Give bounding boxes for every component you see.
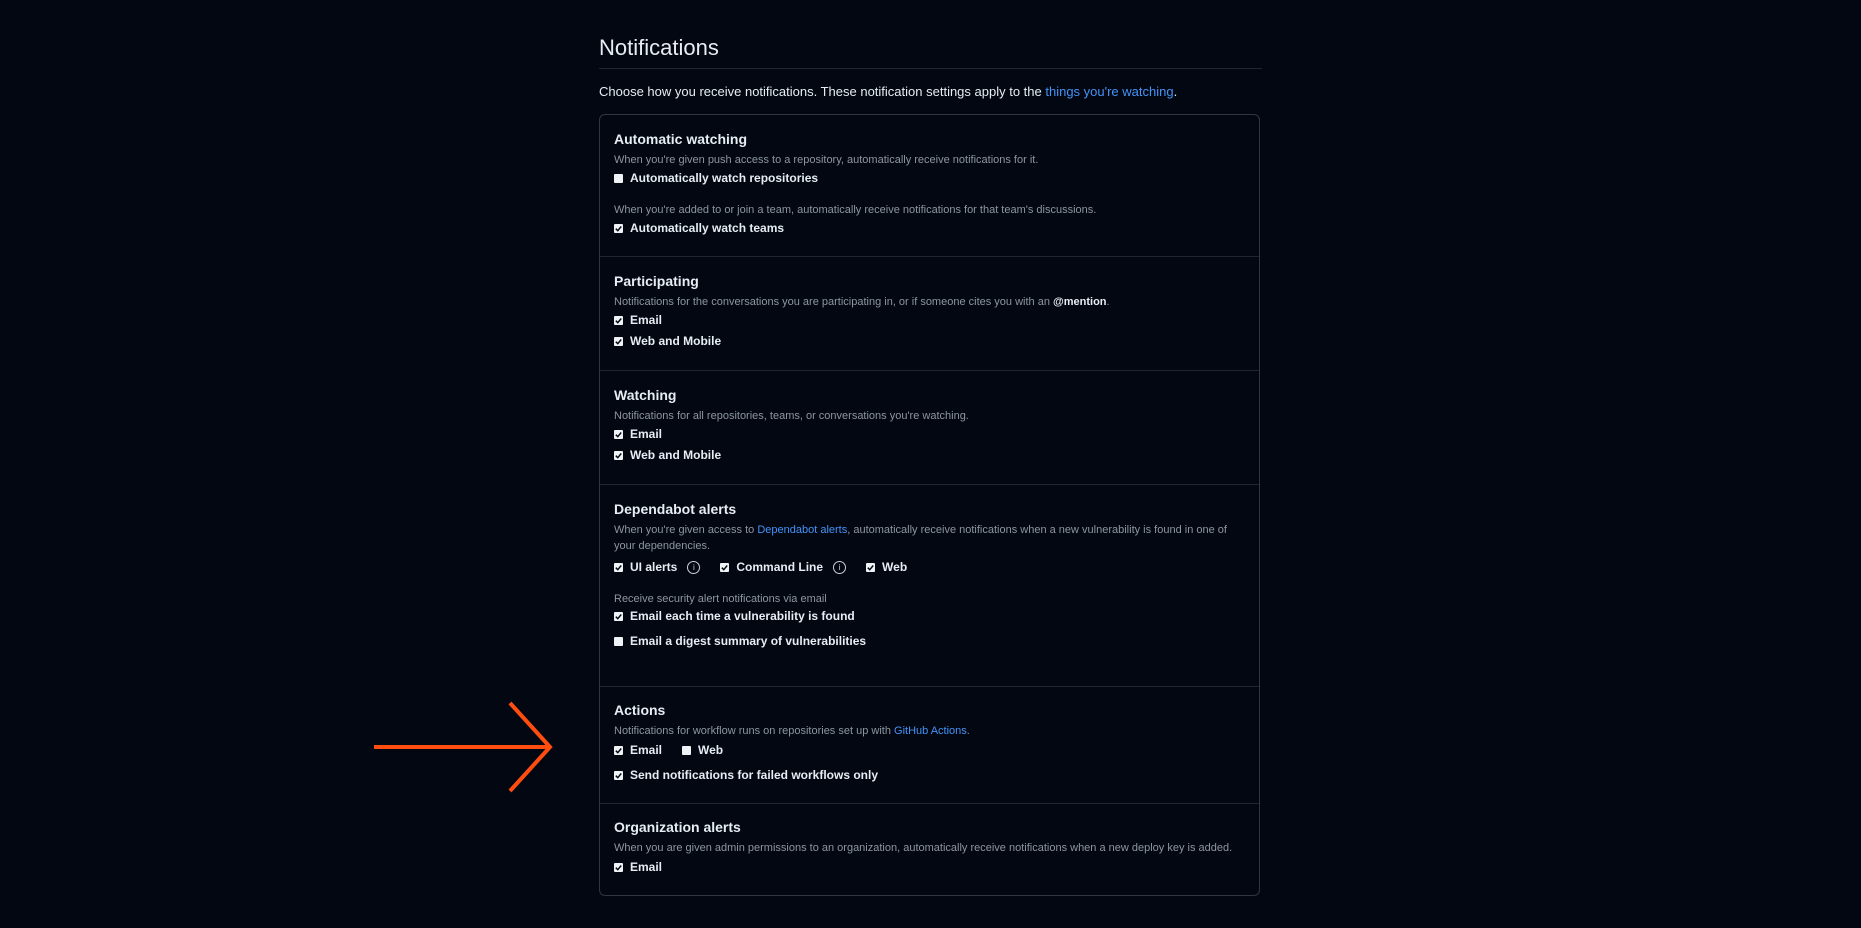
checkbox-label: Web and Mobile: [630, 448, 722, 462]
failed-workflows-only-checkbox[interactable]: Send notifications for failed workflows …: [614, 768, 878, 782]
org-alerts-email-checkbox[interactable]: Email: [614, 860, 662, 874]
email-digest-checkbox[interactable]: Email a digest summary of vulnerabilitie…: [614, 634, 866, 648]
intro-suffix: .: [1173, 84, 1178, 99]
ui-alerts-checkbox[interactable]: UI alerts i: [614, 560, 701, 574]
section-title: Organization alerts: [614, 819, 741, 835]
section-desc: Notifications for all repositories, team…: [614, 410, 969, 422]
section-actions: Actions Notifications for workflow runs …: [600, 687, 1259, 804]
check-icon: [614, 450, 623, 460]
participating-email-checkbox[interactable]: Email: [614, 313, 662, 327]
desc-prefix: When you're given access to: [614, 524, 758, 536]
checkbox-label: Automatically watch teams: [630, 221, 785, 235]
check-icon: [614, 770, 623, 780]
check-icon: [614, 862, 623, 872]
checkbox-label: UI alerts: [630, 560, 678, 574]
checkbox-label: Command Line: [736, 560, 824, 574]
checkbox-label: Email: [630, 313, 663, 327]
section-organization-alerts: Organization alerts When you are given a…: [600, 804, 1259, 895]
check-icon: [614, 336, 623, 346]
desc-prefix: Notifications for the conversations you …: [614, 296, 1054, 308]
things-watching-link[interactable]: things you're watching: [1045, 84, 1173, 99]
checkbox-label: Web: [882, 560, 908, 574]
section-title: Automatic watching: [614, 131, 748, 147]
check-icon: [614, 223, 623, 233]
checkbox-label: Web: [698, 743, 724, 757]
command-line-checkbox[interactable]: Command Line i: [720, 560, 847, 574]
checkbox-label: Email: [630, 743, 663, 757]
github-actions-link[interactable]: GitHub Actions: [894, 725, 967, 737]
check-icon: [614, 611, 623, 621]
check-icon: [866, 562, 876, 572]
section-title: Actions: [614, 702, 666, 718]
info-icon[interactable]: i: [687, 560, 701, 574]
desc-prefix: Notifications for workflow runs on repos…: [614, 725, 895, 737]
dependabot-channel-row: UI alerts i Command Line i Web: [614, 560, 927, 574]
section-desc: When you are given admin permissions to …: [614, 842, 1233, 854]
watching-web-checkbox[interactable]: Web and Mobile: [614, 448, 721, 462]
right-arrow-icon: [374, 701, 553, 793]
dependabot-web-checkbox[interactable]: Web: [866, 560, 907, 574]
email-each-vulnerability-checkbox[interactable]: Email each time a vulnerability is found: [614, 609, 855, 623]
mention-text: @mention: [1053, 296, 1107, 308]
section-desc: When you're added to or join a team, aut…: [614, 204, 1097, 216]
check-icon: [614, 429, 623, 439]
notifications-page: Notifications Choose how you receive not…: [599, 0, 1262, 896]
checkbox-unchecked-icon: [614, 636, 623, 646]
intro-prefix: Choose how you receive notifications. Th…: [599, 84, 1046, 99]
desc-suffix: .: [966, 725, 970, 737]
info-icon[interactable]: i: [833, 560, 847, 574]
checkbox-label: Automatically watch repositories: [630, 171, 819, 185]
checkbox-label: Send notifications for failed workflows …: [630, 768, 879, 782]
intro-text: Choose how you receive notifications. Th…: [599, 83, 1262, 101]
section-desc: Notifications for workflow runs on repos…: [614, 723, 970, 739]
actions-channel-row: Email Web: [614, 743, 743, 757]
section-dependabot-alerts: Dependabot alerts When you're given acce…: [600, 485, 1259, 687]
section-desc: When you're given access to Dependabot a…: [614, 522, 1234, 554]
checkbox-label: Web and Mobile: [630, 334, 722, 348]
checkbox-label: Email: [630, 427, 663, 441]
auto-watch-teams-checkbox[interactable]: Automatically watch teams: [614, 221, 784, 235]
checkbox-unchecked-icon: [614, 173, 623, 183]
section-desc: When you're given push access to a repos…: [614, 154, 1039, 166]
check-icon: [614, 315, 623, 325]
check-icon: [614, 562, 623, 572]
section-title: Dependabot alerts: [614, 501, 737, 517]
actions-web-checkbox[interactable]: Web: [682, 743, 723, 757]
participating-web-checkbox[interactable]: Web and Mobile: [614, 334, 721, 348]
check-icon: [720, 562, 730, 572]
section-desc: Receive security alert notifications via…: [614, 593, 827, 605]
section-automatic-watching: Automatic watching When you're given pus…: [600, 115, 1259, 257]
checkbox-label: Email a digest summary of vulnerabilitie…: [630, 634, 867, 648]
section-participating: Participating Notifications for the conv…: [600, 257, 1259, 371]
auto-watch-repos-checkbox[interactable]: Automatically watch repositories: [614, 171, 818, 185]
checkbox-label: Email: [630, 860, 663, 874]
settings-box: Automatic watching When you're given pus…: [599, 114, 1260, 896]
section-desc: Notifications for the conversations you …: [614, 294, 1110, 310]
section-title: Watching: [614, 387, 677, 403]
check-icon: [614, 745, 623, 755]
watching-email-checkbox[interactable]: Email: [614, 427, 662, 441]
page-title: Notifications: [599, 0, 1262, 69]
section-title: Participating: [614, 273, 699, 289]
desc-suffix: .: [1106, 296, 1110, 308]
dependabot-alerts-link[interactable]: Dependabot alerts: [757, 524, 847, 536]
section-watching: Watching Notifications for all repositor…: [600, 371, 1259, 485]
actions-email-checkbox[interactable]: Email: [614, 743, 662, 757]
checkbox-unchecked-icon: [682, 745, 692, 755]
checkbox-label: Email each time a vulnerability is found: [630, 609, 855, 623]
